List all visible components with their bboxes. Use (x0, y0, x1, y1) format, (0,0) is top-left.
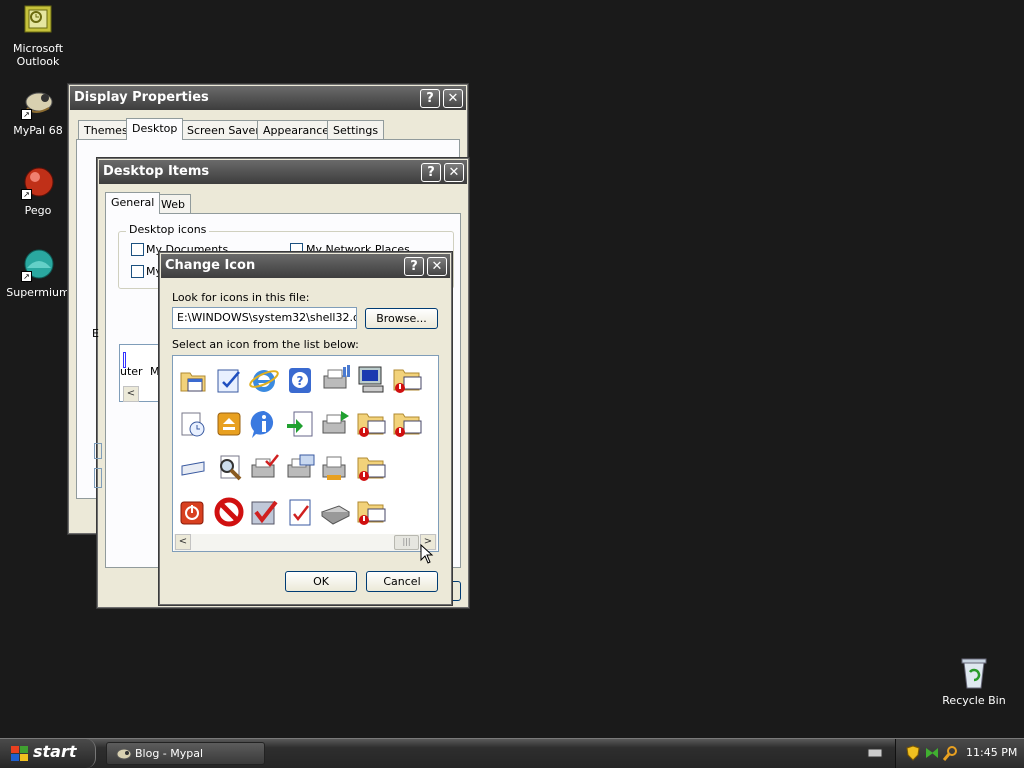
printer-folder-icon[interactable] (284, 452, 316, 484)
window-title: Display Properties (74, 90, 209, 105)
taskbar-item-label: Blog - Mypal (135, 747, 204, 760)
icon-list[interactable]: ? < ||| > (172, 355, 439, 552)
browse-button[interactable]: Browse... (365, 308, 438, 329)
icon-list-scrollbar[interactable]: < ||| > (174, 534, 437, 551)
tab-screen-saver[interactable]: Screen Saver (181, 120, 266, 140)
folder-error-icon[interactable] (391, 364, 423, 396)
scanner-icon[interactable] (319, 496, 351, 528)
my-documents-checkbox[interactable] (131, 243, 144, 256)
icon-list-label: Select an icon from the list below: (172, 338, 359, 351)
change-icon-dialog: Change Icon ? ✕ Look for icons in this f… (158, 251, 453, 606)
shutdown-icon[interactable] (177, 496, 209, 528)
shortcut-arrow-icon: ↗ (21, 109, 32, 120)
desktop-icons-group-label: Desktop icons (126, 223, 210, 236)
help-button[interactable]: ? (421, 163, 441, 182)
folder-error-icon[interactable] (391, 408, 423, 440)
printer-forward-icon[interactable] (319, 408, 351, 440)
pego-icon: ↗ (21, 166, 55, 200)
help-button[interactable]: ? (404, 257, 424, 276)
desktop-icon-outlook[interactable]: Microsoft Outlook (0, 4, 76, 68)
search-tray-icon[interactable] (942, 745, 959, 764)
window-title: Change Icon (165, 258, 256, 273)
desktop-items-titlebar[interactable]: Desktop Items ? ✕ (99, 160, 467, 184)
start-label: start (33, 742, 77, 761)
desktop-icon-label: Microsoft Outlook (12, 42, 64, 68)
desktop-icon-supermium[interactable]: ↗ Supermium (0, 248, 76, 299)
eject-icon[interactable] (213, 408, 245, 440)
shortcut-arrow-icon: ↗ (21, 189, 32, 200)
taskbar-item-mypal[interactable]: Blog - Mypal (106, 742, 265, 765)
desktop-icon-mypal[interactable]: ↗ MyPal 68 (0, 86, 76, 137)
printer-check-icon[interactable] (248, 452, 280, 484)
outlook-icon (21, 4, 55, 38)
folder-calendar-icon[interactable] (177, 364, 209, 396)
information-icon[interactable] (248, 408, 280, 440)
scroll-left-button[interactable]: < (123, 386, 139, 402)
file-label: Look for icons in this file: (172, 291, 310, 304)
button-fragment (94, 468, 102, 488)
my-computer-checkbox[interactable] (131, 265, 144, 278)
ok-button[interactable]: OK (285, 571, 357, 592)
icon-file-input[interactable]: E:\WINDOWS\system32\shell32.dll (172, 307, 357, 329)
svg-text:?: ? (297, 374, 304, 388)
system-tray: 11:45 PM (895, 739, 1024, 768)
desktop-icon-pego[interactable]: ↗ Pego (0, 166, 76, 217)
list-item-fragment: uter (120, 365, 143, 378)
tab-appearance[interactable]: Appearance (257, 120, 336, 140)
computer-icon[interactable] (355, 364, 387, 396)
cancel-button[interactable]: Cancel (366, 571, 438, 592)
clock[interactable]: 11:45 PM (966, 746, 1017, 759)
change-icon-titlebar[interactable]: Change Icon ? ✕ (161, 254, 450, 278)
tab-general[interactable]: General (105, 192, 161, 214)
move-document-icon[interactable] (284, 408, 316, 440)
close-button[interactable]: ✕ (443, 89, 463, 108)
keyboard-icon[interactable] (177, 452, 209, 484)
icon-list-label-fragment: E (92, 327, 99, 340)
supermium-icon: ↗ (21, 248, 55, 282)
display-properties-titlebar[interactable]: Display Properties ? ✕ (70, 86, 466, 110)
desktop-icon-recycle-bin[interactable]: Recycle Bin (936, 656, 1012, 707)
close-button[interactable]: ✕ (427, 257, 447, 276)
taskbar: start Blog - Mypal 11:45 PM (0, 738, 1024, 768)
checklist-icon[interactable] (213, 364, 245, 396)
desktop-icon-label: Supermium (6, 286, 70, 299)
button-fragment (94, 443, 102, 459)
printer-network-icon[interactable] (319, 364, 351, 396)
folder-error-icon[interactable] (355, 408, 387, 440)
scroll-thumb[interactable]: ||| (394, 535, 419, 550)
blocked-icon[interactable] (213, 496, 245, 528)
printer-icon[interactable] (319, 452, 351, 484)
tab-desktop[interactable]: Desktop (126, 118, 184, 140)
shortcut-arrow-icon: ↗ (21, 271, 32, 282)
window-title: Desktop Items (103, 164, 210, 179)
desktop-icon-label: Recycle Bin (942, 694, 1006, 707)
mypal-icon: ↗ (21, 86, 55, 120)
desktop-icon-label: MyPal 68 (13, 124, 63, 137)
windows-logo-icon (10, 745, 30, 766)
folder-error-icon[interactable] (355, 496, 387, 528)
security-check-icon[interactable] (248, 496, 280, 528)
tab-web[interactable]: Web (155, 194, 191, 214)
help-button[interactable]: ? (420, 89, 440, 108)
scroll-left-button[interactable]: < (175, 534, 191, 550)
close-button[interactable]: ✕ (444, 163, 464, 182)
network-tray-icon[interactable] (924, 745, 940, 764)
security-shield-icon[interactable] (906, 745, 920, 764)
internet-explorer-icon[interactable] (248, 364, 280, 396)
search-icon[interactable] (213, 452, 245, 484)
recycle-bin-icon (957, 656, 991, 690)
help-icon[interactable]: ? (284, 364, 316, 396)
keyboard-tray-icon[interactable] (867, 746, 883, 763)
desktop-icon-label: Pego (24, 204, 52, 217)
document-check-icon[interactable] (284, 496, 316, 528)
tab-settings[interactable]: Settings (327, 120, 385, 140)
start-button[interactable]: start (0, 739, 96, 768)
ok-button-fragment[interactable] (453, 581, 461, 601)
mouse-cursor-icon (420, 543, 434, 567)
scheduled-task-icon[interactable] (177, 408, 209, 440)
mypal-icon (116, 747, 132, 768)
folder-error-icon[interactable] (355, 452, 387, 484)
